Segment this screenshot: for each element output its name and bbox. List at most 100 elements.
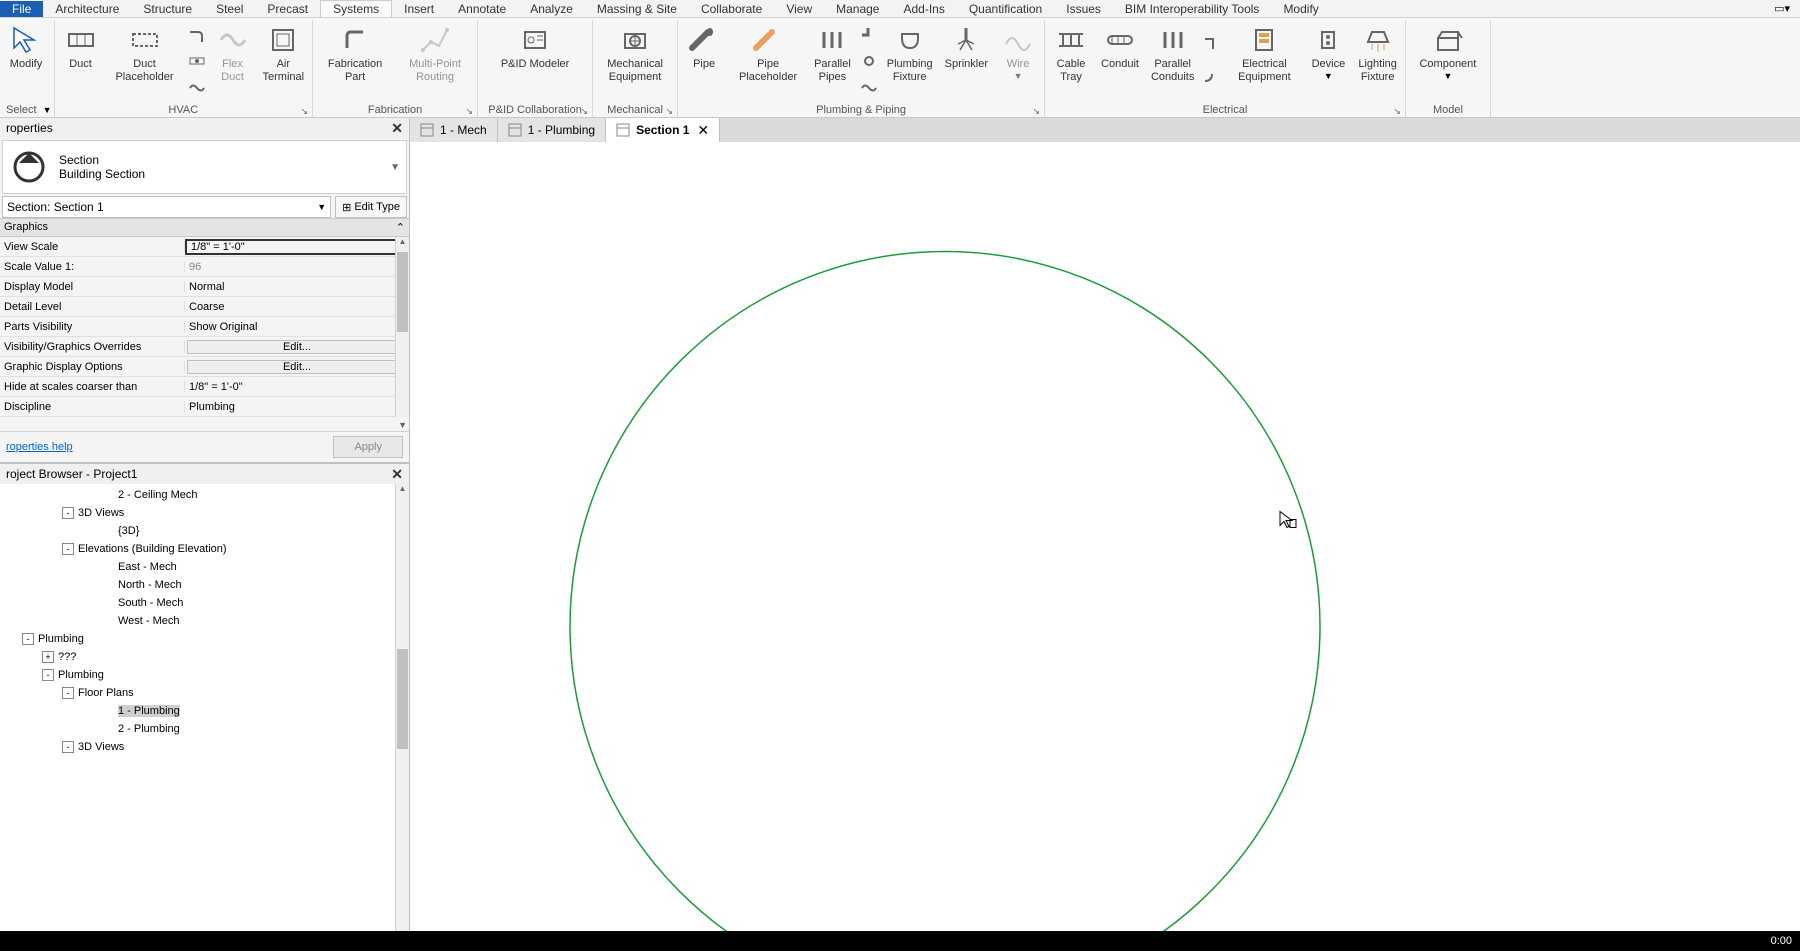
tab-annotate[interactable]: Annotate (446, 1, 518, 17)
tree-node[interactable]: 2 - Ceiling Mech (2, 486, 407, 504)
duct-accessory-button[interactable] (187, 51, 207, 71)
chevron-down-icon[interactable]: ▼ (43, 105, 52, 115)
property-row[interactable]: Parts VisibilityShow Original (0, 317, 409, 337)
lighting-fixture-button[interactable]: Lighting Fixture (1352, 20, 1403, 103)
tree-node[interactable]: -Plumbing (2, 630, 407, 648)
property-row[interactable]: Hide at scales coarser than1/8" = 1'-0" (0, 377, 409, 397)
convert-flex-button[interactable] (187, 78, 207, 98)
tab-quantification[interactable]: Quantification (957, 1, 1054, 17)
modify-button[interactable]: Modify (2, 20, 50, 103)
tree-node[interactable]: -Elevations (Building Elevation) (2, 540, 407, 558)
property-value[interactable]: 1/8" = 1'-0" (185, 381, 409, 393)
tree-node[interactable]: +??? (2, 648, 407, 666)
tree-node[interactable]: -3D Views (2, 738, 407, 756)
tab-systems[interactable]: Systems (320, 0, 392, 17)
collapse-icon[interactable]: - (62, 507, 74, 519)
conduit-fitting-button[interactable] (1202, 71, 1222, 91)
instance-selector[interactable]: Section: Section 1▼ (2, 196, 331, 218)
flex-duct-button[interactable]: Flex Duct (209, 20, 257, 103)
property-row[interactable]: DisciplinePlumbing (0, 397, 409, 417)
collapse-icon[interactable]: ⌃ (396, 221, 405, 234)
tree-node[interactable]: 2 - Plumbing (2, 720, 407, 738)
chevron-down-icon[interactable]: ▼ (390, 162, 400, 173)
scroll-up-icon[interactable]: ▲ (396, 237, 409, 251)
properties-help-link[interactable]: roperties help (6, 441, 73, 453)
pipe-placeholder-button[interactable]: Pipe Placeholder (728, 20, 808, 103)
tree-node[interactable]: West - Mech (2, 612, 407, 630)
dialog-launcher-icon[interactable]: ↘ (666, 106, 674, 117)
tree-node[interactable]: North - Mech (2, 576, 407, 594)
dialog-launcher-icon[interactable]: ↘ (301, 106, 309, 117)
flex-pipe-button[interactable] (859, 78, 879, 98)
property-row[interactable]: Visibility/Graphics OverridesEdit... (0, 337, 409, 357)
property-row[interactable]: Scale Value 1:96 (0, 257, 409, 277)
collapse-icon[interactable]: - (42, 669, 54, 681)
fabrication-part-button[interactable]: Fabrication Part (315, 20, 395, 103)
edit-type-button[interactable]: ⊞Edit Type (335, 196, 407, 218)
tree-node[interactable]: {3D} (2, 522, 407, 540)
tab-bim-interop[interactable]: BIM Interoperability Tools (1113, 1, 1272, 17)
dialog-launcher-icon[interactable]: ↘ (466, 106, 474, 117)
tab-collaborate[interactable]: Collaborate (689, 1, 774, 17)
plumbing-fixture-button[interactable]: Plumbing Fixture (881, 20, 939, 103)
collapse-icon[interactable]: - (22, 633, 34, 645)
tab-analyze[interactable]: Analyze (518, 1, 585, 17)
tab-addins[interactable]: Add-Ins (891, 1, 956, 17)
mechanical-equipment-button[interactable]: Mechanical Equipment (595, 20, 675, 103)
dialog-launcher-icon[interactable]: ↘ (1032, 106, 1040, 117)
property-value[interactable]: Show Original (185, 321, 409, 333)
collapse-icon[interactable]: - (62, 741, 74, 753)
property-edit-button[interactable]: Edit... (187, 360, 407, 374)
project-browser-tree[interactable]: 2 - Ceiling Mech -3D Views {3D}-Elevations… (0, 484, 409, 931)
file-tab[interactable]: File (0, 1, 43, 17)
drawing-canvas[interactable] (410, 142, 1800, 931)
chevron-down-icon[interactable]: ▼ (398, 420, 407, 430)
property-value[interactable]: 1/8" = 1'-0" (185, 239, 409, 255)
pid-modeler-button[interactable]: P&ID Modeler (480, 20, 590, 103)
tree-node[interactable]: -Floor Plans (2, 684, 407, 702)
collapse-icon[interactable]: - (62, 543, 74, 555)
multipoint-routing-button[interactable]: Multi-Point Routing (395, 20, 475, 103)
air-terminal-button[interactable]: Air Terminal (257, 20, 311, 103)
tab-structure[interactable]: Structure (131, 1, 204, 17)
tab-architecture[interactable]: Architecture (43, 1, 131, 17)
duct-button[interactable]: Duct (57, 20, 105, 103)
wire-button[interactable]: Wire▼ (994, 20, 1042, 103)
tree-node[interactable]: South - Mech (2, 594, 407, 612)
property-row[interactable]: Graphic Display OptionsEdit... (0, 357, 409, 377)
tree-node[interactable]: -Plumbing (2, 666, 407, 684)
property-value[interactable]: Normal (185, 281, 409, 293)
pipe-button[interactable]: Pipe (680, 20, 728, 103)
apply-button[interactable]: Apply (333, 436, 403, 458)
tab-view[interactable]: View (774, 1, 824, 17)
close-icon[interactable]: ✕ (391, 466, 403, 483)
scroll-thumb[interactable] (397, 252, 408, 332)
close-icon[interactable]: ✕ (697, 122, 709, 139)
electrical-equipment-button[interactable]: Electrical Equipment (1224, 20, 1304, 103)
sprinkler-button[interactable]: Sprinkler (939, 20, 994, 103)
component-button[interactable]: Component▼ (1408, 20, 1488, 103)
property-edit-button[interactable]: Edit... (187, 340, 407, 354)
tab-manage[interactable]: Manage (824, 1, 891, 17)
type-selector[interactable]: Section Building Section ▼ (2, 140, 407, 194)
property-row[interactable]: View Scale1/8" = 1'-0" (0, 237, 409, 257)
tree-node[interactable]: 1 - Plumbing (2, 702, 407, 720)
scroll-up-icon[interactable]: ▲ (396, 484, 409, 498)
device-button[interactable]: Device▼ (1304, 20, 1352, 103)
parallel-conduits-button[interactable]: Parallel Conduits (1145, 20, 1200, 103)
view-tab[interactable]: 1 - Mech (410, 118, 498, 142)
parallel-pipes-button[interactable]: Parallel Pipes (808, 20, 857, 103)
cable-tray-button[interactable]: Cable Tray (1047, 20, 1095, 103)
dialog-launcher-icon[interactable]: ↘ (581, 106, 589, 117)
cable-tray-fitting-button[interactable] (1202, 32, 1222, 52)
property-row[interactable]: Detail LevelCoarse (0, 297, 409, 317)
tab-massing-site[interactable]: Massing & Site (585, 1, 689, 17)
duct-fitting-button[interactable] (187, 25, 207, 45)
tab-insert[interactable]: Insert (392, 1, 446, 17)
pipe-accessory-button[interactable] (859, 51, 879, 71)
property-group-header[interactable]: Graphics ⌃ (0, 218, 409, 237)
tab-modify[interactable]: Modify (1271, 1, 1330, 17)
dialog-launcher-icon[interactable]: ↘ (1393, 106, 1401, 117)
property-row[interactable]: Display ModelNormal (0, 277, 409, 297)
scroll-thumb[interactable] (397, 649, 408, 749)
